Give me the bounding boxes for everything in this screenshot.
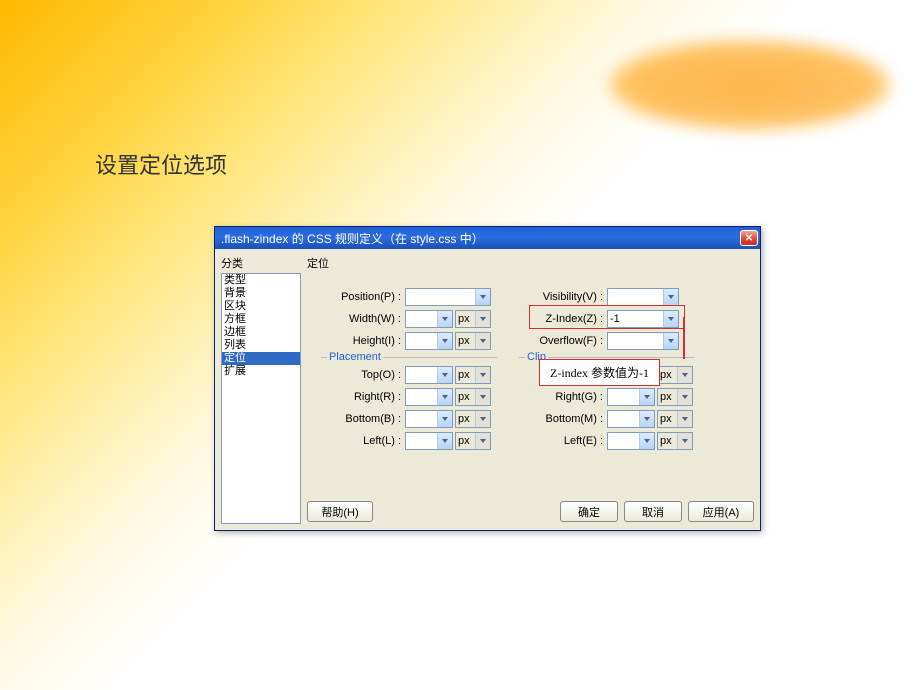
- placement-bottom-unit[interactable]: px: [455, 410, 491, 428]
- chevron-down-icon: [475, 289, 490, 305]
- chevron-down-icon: [475, 333, 490, 349]
- category-box[interactable]: 方框: [222, 313, 300, 326]
- category-extensions[interactable]: 扩展: [222, 365, 300, 378]
- height-combo[interactable]: [405, 332, 453, 350]
- chevron-down-icon: [639, 433, 654, 449]
- main-area: 定位 Position(P) : Visibility(V) : Width(W…: [307, 255, 754, 524]
- close-button[interactable]: ✕: [740, 230, 758, 246]
- chevron-down-icon: [475, 389, 490, 405]
- width-unit-combo[interactable]: px: [455, 310, 491, 328]
- placement-fieldset-label: Placement: [327, 351, 383, 363]
- placement-bottom-label: Bottom(B) :: [307, 413, 405, 425]
- position-label: Position(P) :: [307, 291, 405, 303]
- chevron-down-icon: [639, 411, 654, 427]
- position-combo[interactable]: [405, 288, 491, 306]
- background-decoration: [610, 40, 890, 130]
- placement-top-combo[interactable]: [405, 366, 453, 384]
- chevron-down-icon: [677, 411, 692, 427]
- placement-right-combo[interactable]: [405, 388, 453, 406]
- category-sidebar: 分类 类型 背景 区块 方框 边框 列表 定位 扩展: [221, 255, 301, 524]
- dialog-body: 分类 类型 背景 区块 方框 边框 列表 定位 扩展 定位 Position(P…: [215, 249, 760, 530]
- form-area: Position(P) : Visibility(V) : Width(W) :…: [307, 275, 754, 497]
- sidebar-label: 分类: [221, 255, 301, 271]
- chevron-down-icon: [677, 389, 692, 405]
- width-combo[interactable]: [405, 310, 453, 328]
- overflow-label: Overflow(F) :: [507, 335, 607, 347]
- placement-left-unit[interactable]: px: [455, 432, 491, 450]
- category-background[interactable]: 背景: [222, 287, 300, 300]
- placement-bottom-combo[interactable]: [405, 410, 453, 428]
- apply-button[interactable]: 应用(A): [688, 501, 754, 522]
- category-type[interactable]: 类型: [222, 274, 300, 287]
- chevron-down-icon: [677, 367, 692, 383]
- close-icon: ✕: [745, 233, 753, 244]
- height-label: Height(I) :: [307, 335, 405, 347]
- ok-button[interactable]: 确定: [560, 501, 618, 522]
- clip-left-label: Left(E) :: [507, 435, 607, 447]
- chevron-down-icon: [437, 367, 452, 383]
- chevron-down-icon: [475, 411, 490, 427]
- clip-bottom-combo[interactable]: [607, 410, 655, 428]
- placement-left-combo[interactable]: [405, 432, 453, 450]
- placement-top-unit[interactable]: px: [455, 366, 491, 384]
- placement-right-unit[interactable]: px: [455, 388, 491, 406]
- chevron-down-icon: [437, 389, 452, 405]
- clip-right-unit[interactable]: px: [657, 388, 693, 406]
- placement-left-label: Left(L) :: [307, 435, 405, 447]
- chevron-down-icon: [437, 433, 452, 449]
- chevron-down-icon: [663, 289, 678, 305]
- clip-top-unit[interactable]: px: [657, 366, 693, 384]
- placement-right-label: Right(R) :: [307, 391, 405, 403]
- dialog-titlebar[interactable]: .flash-zindex 的 CSS 规则定义（在 style.css 中） …: [215, 227, 760, 249]
- dialog-title: .flash-zindex 的 CSS 规则定义（在 style.css 中）: [221, 230, 740, 247]
- slide-title: 设置定位选项: [95, 148, 227, 180]
- zindex-value: -1: [610, 313, 620, 325]
- css-rule-dialog: .flash-zindex 的 CSS 规则定义（在 style.css 中） …: [214, 226, 761, 531]
- category-positioning[interactable]: 定位: [222, 352, 300, 365]
- visibility-label: Visibility(V) :: [507, 291, 607, 303]
- category-list-cat[interactable]: 列表: [222, 339, 300, 352]
- clip-left-unit[interactable]: px: [657, 432, 693, 450]
- chevron-down-icon: [437, 411, 452, 427]
- callout-connector: [683, 317, 685, 359]
- main-area-label: 定位: [307, 255, 754, 271]
- clip-bottom-label: Bottom(M) :: [507, 413, 607, 425]
- chevron-down-icon: [475, 311, 490, 327]
- chevron-down-icon: [437, 333, 452, 349]
- visibility-combo[interactable]: [607, 288, 679, 306]
- category-list[interactable]: 类型 背景 区块 方框 边框 列表 定位 扩展: [221, 273, 301, 524]
- chevron-down-icon: [475, 433, 490, 449]
- clip-right-label: Right(G) :: [507, 391, 607, 403]
- clip-left-combo[interactable]: [607, 432, 655, 450]
- category-block[interactable]: 区块: [222, 300, 300, 313]
- category-border[interactable]: 边框: [222, 326, 300, 339]
- dialog-button-row: 帮助(H) 确定 取消 应用(A): [307, 497, 754, 524]
- cancel-button[interactable]: 取消: [624, 501, 682, 522]
- help-button[interactable]: 帮助(H): [307, 501, 373, 522]
- clip-right-combo[interactable]: [607, 388, 655, 406]
- overflow-combo[interactable]: [607, 332, 679, 350]
- width-label: Width(W) :: [307, 313, 405, 325]
- zindex-label: Z-Index(Z) :: [507, 313, 607, 325]
- clip-bottom-unit[interactable]: px: [657, 410, 693, 428]
- chevron-down-icon: [437, 311, 452, 327]
- zindex-combo[interactable]: -1: [607, 310, 679, 328]
- chevron-down-icon: [663, 333, 678, 349]
- placement-top-label: Top(O) :: [307, 369, 405, 381]
- zindex-callout: Z-index 参数值为-1: [539, 359, 660, 386]
- chevron-down-icon: [677, 433, 692, 449]
- chevron-down-icon: [475, 367, 490, 383]
- height-unit-combo[interactable]: px: [455, 332, 491, 350]
- chevron-down-icon: [663, 311, 678, 327]
- chevron-down-icon: [639, 389, 654, 405]
